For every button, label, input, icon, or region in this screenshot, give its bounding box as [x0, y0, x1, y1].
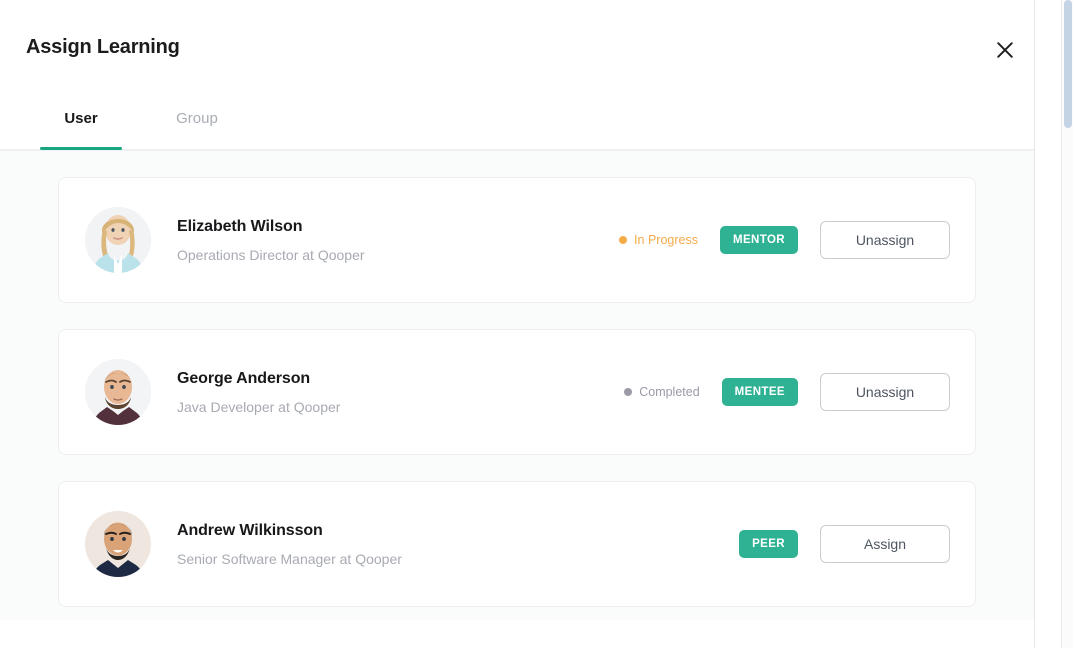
role-badge: MENTEE: [722, 378, 798, 406]
status-badge: In Progress: [619, 233, 698, 247]
list-item[interactable]: Elizabeth Wilson Operations Director at …: [58, 177, 976, 303]
user-list-panel[interactable]: Elizabeth Wilson Operations Director at …: [0, 150, 1034, 620]
status-dot-icon: [619, 236, 627, 244]
person-name: George Anderson: [177, 369, 624, 389]
unassign-button[interactable]: Unassign: [820, 221, 950, 259]
list-item[interactable]: George Anderson Java Developer at Qooper…: [58, 329, 976, 455]
role-badge: PEER: [739, 530, 798, 558]
page-scrollbar[interactable]: [1061, 0, 1073, 648]
status-dot-icon: [624, 388, 632, 396]
modal-header: Assign Learning: [0, 0, 1034, 88]
close-icon: [995, 40, 1015, 60]
role-badge: MENTOR: [720, 226, 798, 254]
tab-spacer: [122, 88, 156, 149]
avatar: [85, 207, 151, 273]
page-scrollbar-thumb[interactable]: [1064, 0, 1072, 128]
tab-group[interactable]: Group: [156, 88, 238, 149]
status-label: Completed: [639, 385, 699, 399]
page-title: Assign Learning: [26, 36, 180, 59]
unassign-button[interactable]: Unassign: [820, 373, 950, 411]
person-info: Andrew Wilkinsson Senior Software Manage…: [177, 521, 739, 568]
person-info: Elizabeth Wilson Operations Director at …: [177, 217, 619, 264]
status-label: In Progress: [634, 233, 698, 247]
list-item[interactable]: Andrew Wilkinsson Senior Software Manage…: [58, 481, 976, 607]
tab-user[interactable]: User: [40, 88, 122, 149]
row-actions: In Progress MENTOR Unassign: [619, 221, 950, 259]
row-actions: Completed MENTEE Unassign: [624, 373, 950, 411]
tab-bar: User Group: [0, 88, 1034, 150]
assign-learning-modal: Assign Learning User Group: [0, 0, 1035, 648]
person-role: Senior Software Manager at Qooper: [177, 550, 739, 568]
person-name: Andrew Wilkinsson: [177, 521, 739, 541]
person-role: Operations Director at Qooper: [177, 246, 619, 264]
assign-button[interactable]: Assign: [820, 525, 950, 563]
person-role: Java Developer at Qooper: [177, 398, 624, 416]
avatar: [85, 511, 151, 577]
close-button[interactable]: [987, 32, 1023, 68]
person-info: George Anderson Java Developer at Qooper: [177, 369, 624, 416]
status-badge: Completed: [624, 385, 699, 399]
avatar: [85, 359, 151, 425]
person-name: Elizabeth Wilson: [177, 217, 619, 237]
row-actions: PEER Assign: [739, 525, 950, 563]
